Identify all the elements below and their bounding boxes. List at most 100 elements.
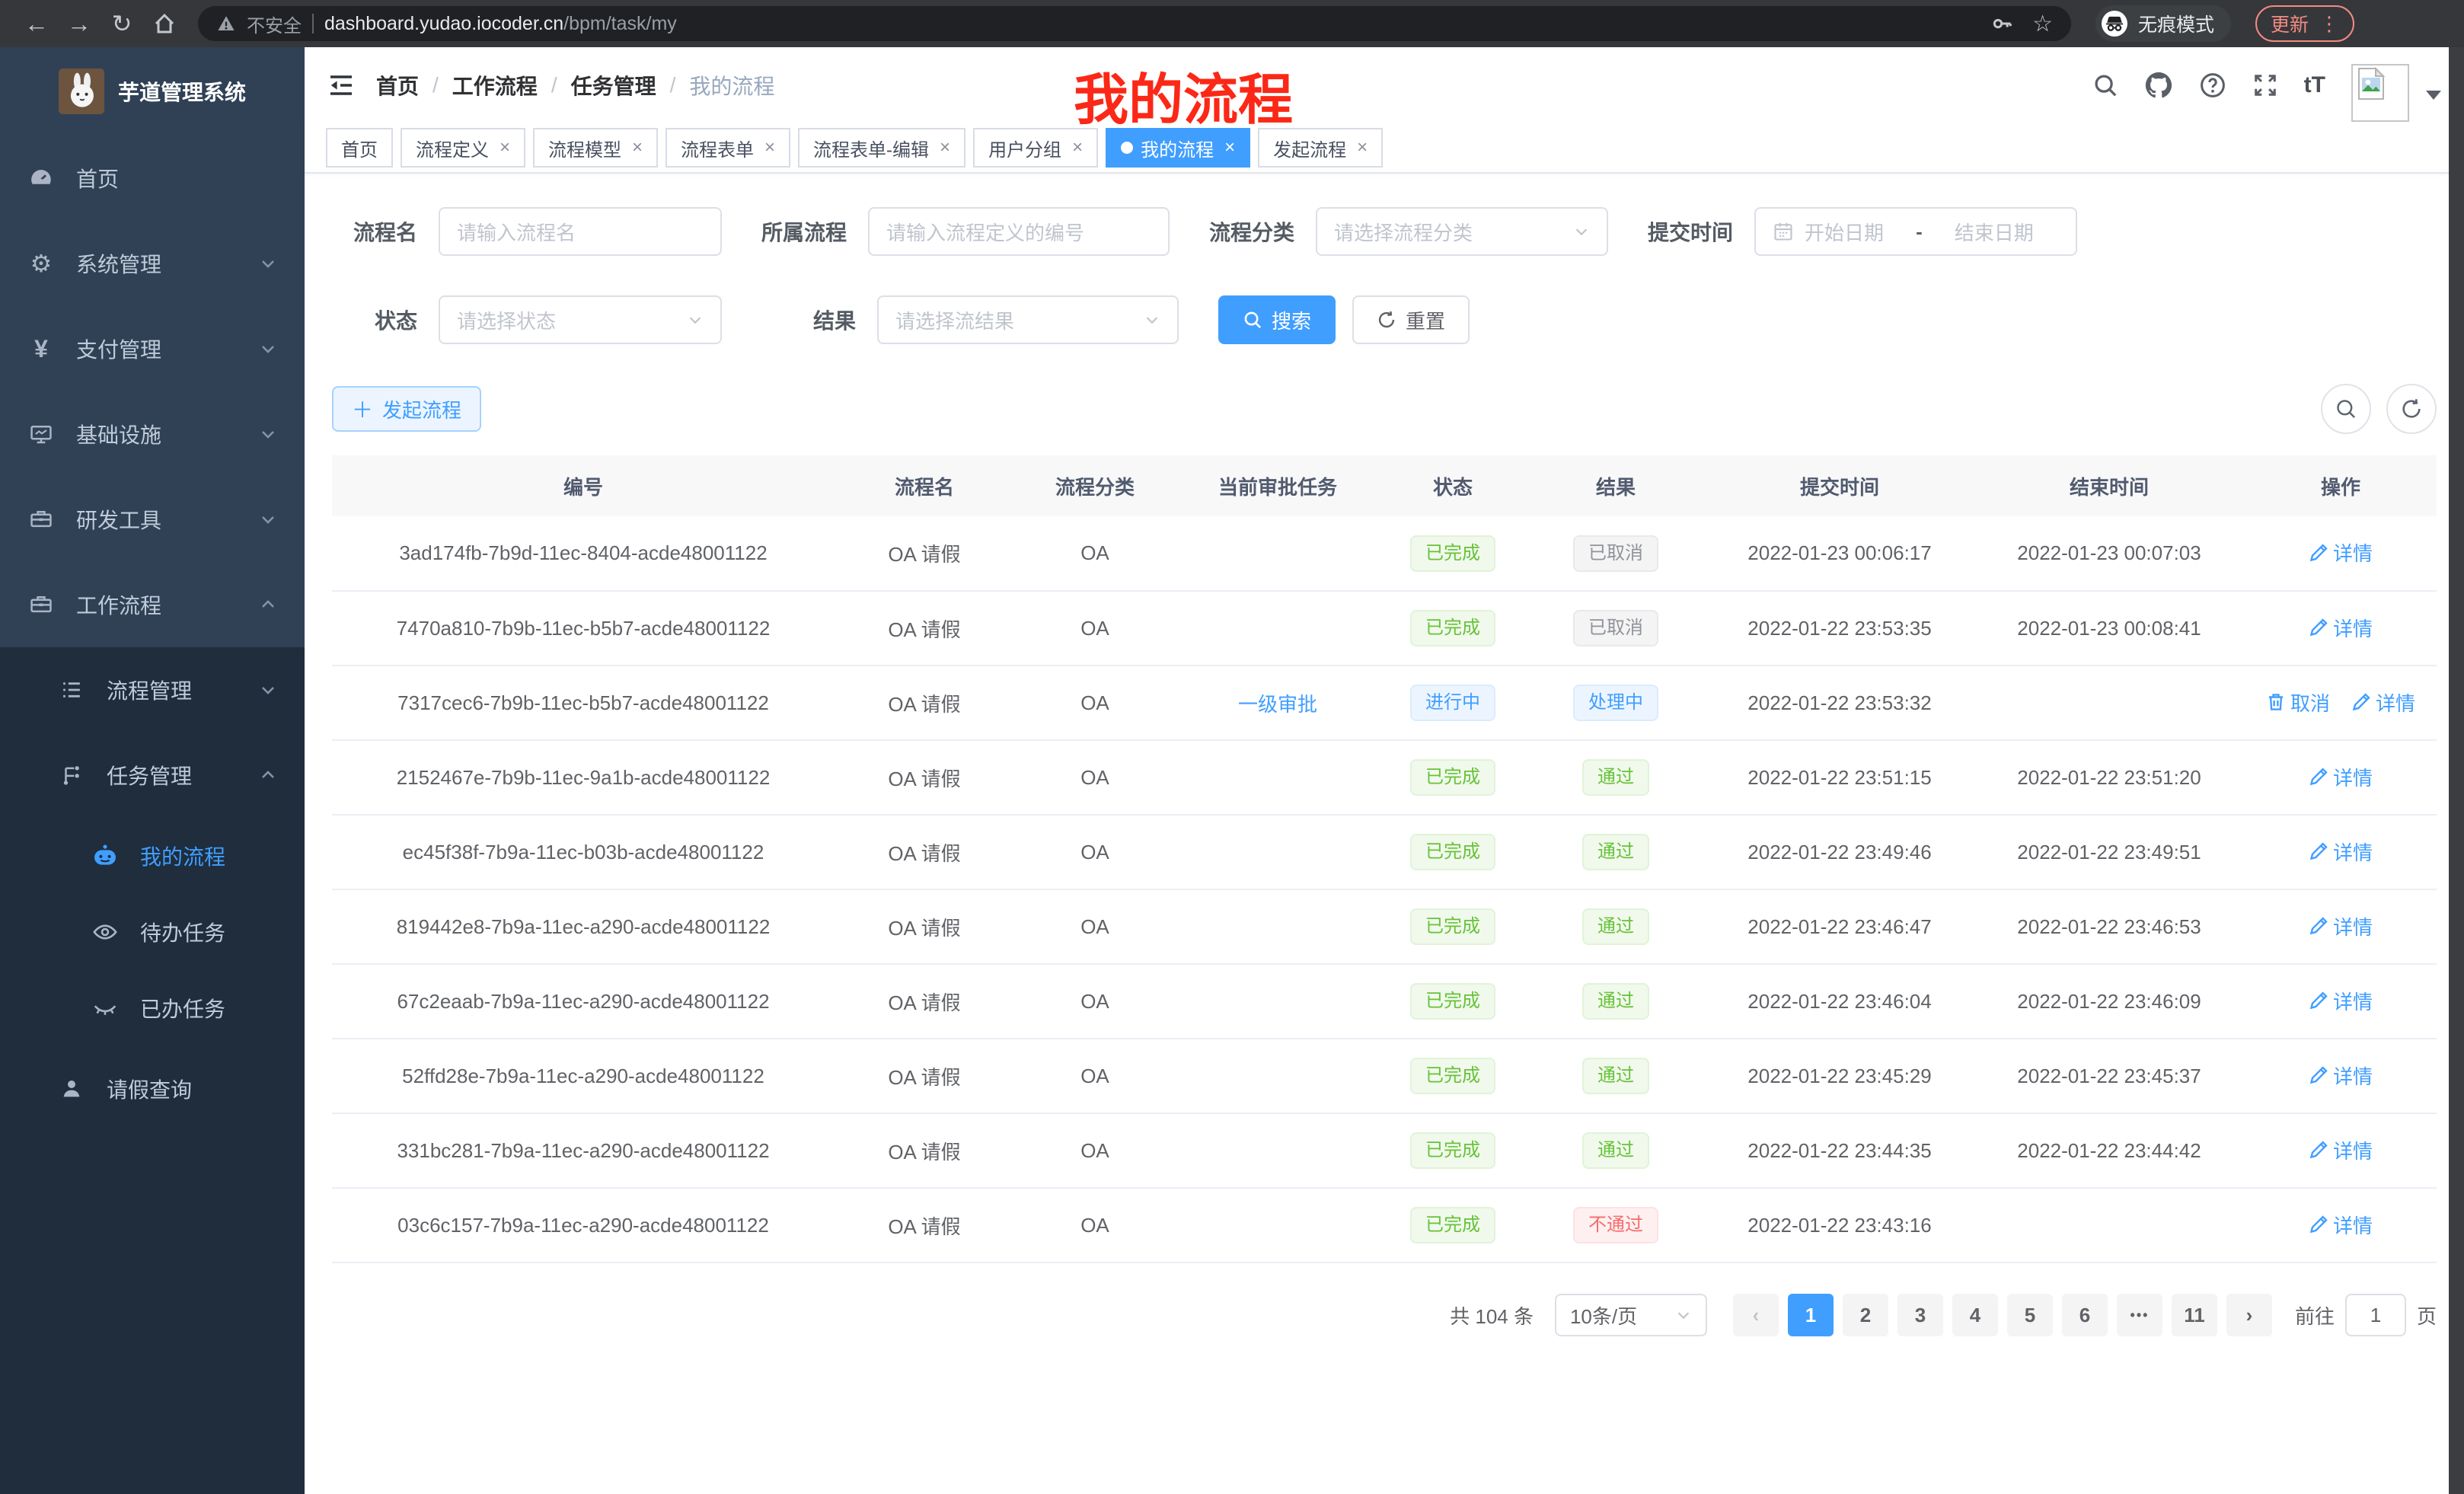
page-size-select[interactable]: 10条/页: [1555, 1294, 1707, 1336]
sidebar-item-task-management[interactable]: 任务管理: [0, 733, 305, 818]
tab-home[interactable]: 首页: [326, 128, 393, 168]
filter-status: 状态 请选择状态: [332, 295, 722, 344]
next-page-button[interactable]: ›: [2226, 1294, 2272, 1336]
close-tab-icon[interactable]: ×: [500, 137, 510, 158]
table-row[interactable]: 2152467e-7b9b-11ec-9a1b-acde48001122 OA …: [332, 740, 2437, 815]
breadcrumb-home[interactable]: 首页: [376, 70, 419, 101]
page-button-2[interactable]: 2: [1843, 1294, 1888, 1336]
sidebar-item-system[interactable]: ⚙ 系统管理: [0, 221, 305, 306]
page-button-1[interactable]: 1: [1788, 1294, 1834, 1336]
sidebar-item-payment[interactable]: ¥ 支付管理: [0, 306, 305, 391]
help-icon[interactable]: [2199, 72, 2226, 99]
page-button-3[interactable]: 3: [1897, 1294, 1943, 1336]
submit-time: 2022-01-23 00:06:17: [1706, 516, 1974, 591]
detail-action[interactable]: 详情: [2309, 1136, 2373, 1164]
sidebar-item-done-tasks[interactable]: 已办任务: [0, 970, 305, 1046]
reset-button[interactable]: 重置: [1352, 295, 1470, 344]
detail-action[interactable]: 详情: [2309, 1211, 2373, 1239]
reload-icon[interactable]: ↻: [104, 5, 140, 42]
detail-action[interactable]: 详情: [2351, 688, 2415, 717]
process-definition-input[interactable]: 请输入流程定义的编号: [868, 207, 1170, 256]
font-size-icon[interactable]: tT: [2304, 72, 2325, 98]
close-tab-icon[interactable]: ×: [1072, 137, 1083, 158]
tab-process-form[interactable]: 流程表单×: [665, 128, 790, 168]
end-time: 2022-01-22 23:46:53: [1974, 889, 2245, 964]
cancel-action[interactable]: 取消: [2266, 688, 2330, 717]
submit-time-range-picker[interactable]: 开始日期 - 结束日期: [1754, 207, 2077, 256]
close-tab-icon[interactable]: ×: [764, 137, 775, 158]
process-name-input[interactable]: 请输入流程名: [439, 207, 722, 256]
tab-process-definition[interactable]: 流程定义×: [401, 128, 525, 168]
detail-action[interactable]: 详情: [2309, 912, 2373, 940]
sidebar-item-process-management[interactable]: 流程管理: [0, 647, 305, 733]
table-row[interactable]: 52ffd28e-7b9a-11ec-a290-acde48001122 OA …: [332, 1039, 2437, 1113]
sidebar-item-infrastructure[interactable]: 基础设施: [0, 391, 305, 477]
table-row[interactable]: 03c6c157-7b9a-11ec-a290-acde48001122 OA …: [332, 1188, 2437, 1263]
sidebar-fold-icon[interactable]: [327, 72, 355, 99]
start-process-button[interactable]: ＋ 发起流程: [332, 386, 481, 432]
home-icon[interactable]: [146, 5, 183, 42]
url-text[interactable]: dashboard.yudao.iocoder.cn/bpm/task/my: [324, 13, 677, 35]
detail-action[interactable]: 详情: [2309, 987, 2373, 1015]
sidebar-item-todo-tasks[interactable]: 待办任务: [0, 894, 305, 970]
result-select[interactable]: 请选择流结果: [877, 295, 1179, 344]
search-icon[interactable]: [2092, 72, 2118, 98]
process-category-select[interactable]: 请选择流程分类: [1316, 207, 1608, 256]
app-logo[interactable]: 芋道管理系统: [0, 47, 305, 136]
browser-update-button[interactable]: 更新 ⋮: [2255, 5, 2354, 42]
table-row[interactable]: 331bc281-7b9a-11ec-a290-acde48001122 OA …: [332, 1113, 2437, 1188]
search-button[interactable]: 搜索: [1218, 295, 1336, 344]
refresh-table-button[interactable]: [2386, 384, 2437, 434]
table-row[interactable]: 3ad174fb-7b9d-11ec-8404-acde48001122 OA …: [332, 516, 2437, 591]
detail-action[interactable]: 详情: [2309, 538, 2373, 567]
detail-action[interactable]: 详情: [2309, 763, 2373, 791]
tab-process-form-edit[interactable]: 流程表单-编辑×: [798, 128, 965, 168]
update-label[interactable]: 更新: [2271, 10, 2309, 37]
sidebar-item-home[interactable]: 首页: [0, 136, 305, 221]
sidebar-item-my-process[interactable]: 我的流程: [0, 818, 305, 894]
sidebar-item-leave-query[interactable]: 请假查询: [0, 1046, 305, 1132]
forward-icon[interactable]: →: [61, 5, 97, 42]
pagination: 共 104 条 10条/页 ‹ 123456•••11 › 前往 1 页: [332, 1294, 2437, 1336]
table-row[interactable]: 67c2eaab-7b9a-11ec-a290-acde48001122 OA …: [332, 964, 2437, 1039]
bookmark-star-icon[interactable]: ☆: [2032, 11, 2053, 37]
avatar-dropdown-icon[interactable]: [2426, 91, 2441, 107]
prev-page-button[interactable]: ‹: [1733, 1294, 1779, 1336]
goto-page-input[interactable]: 1: [2345, 1294, 2406, 1336]
status-select[interactable]: 请选择状态: [439, 295, 722, 344]
page-button-11[interactable]: 11: [2172, 1294, 2217, 1336]
key-icon[interactable]: [1991, 12, 2014, 35]
breadcrumb-task-management[interactable]: 任务管理: [571, 70, 656, 101]
back-icon[interactable]: ←: [18, 5, 55, 42]
table-row[interactable]: 819442e8-7b9a-11ec-a290-acde48001122 OA …: [332, 889, 2437, 964]
tab-process-model[interactable]: 流程模型×: [533, 128, 658, 168]
avatar[interactable]: [2351, 64, 2409, 122]
status-badge: 已完成: [1410, 610, 1495, 646]
browser-menu-icon[interactable]: ⋮: [2319, 12, 2339, 36]
security-label[interactable]: 不安全: [247, 11, 302, 37]
current-task-link[interactable]: 一级审批: [1238, 693, 1317, 716]
detail-action[interactable]: 详情: [2309, 838, 2373, 866]
fullscreen-icon[interactable]: [2252, 72, 2278, 98]
close-tab-icon[interactable]: ×: [632, 137, 643, 158]
breadcrumb-workflow[interactable]: 工作流程: [452, 70, 538, 101]
sidebar-item-workflow[interactable]: 工作流程: [0, 562, 305, 647]
page-ellipsis[interactable]: •••: [2117, 1294, 2162, 1336]
address-bar[interactable]: 不安全 dashboard.yudao.iocoder.cn/bpm/task/…: [198, 6, 2071, 41]
detail-action[interactable]: 详情: [2309, 1061, 2373, 1090]
page-button-6[interactable]: 6: [2062, 1294, 2108, 1336]
github-icon[interactable]: [2144, 71, 2173, 100]
browser-scrollbar[interactable]: [2449, 47, 2464, 1494]
table-row[interactable]: 7470a810-7b9b-11ec-b5b7-acde48001122 OA …: [332, 591, 2437, 666]
security-warning-icon[interactable]: [216, 14, 236, 34]
page-button-5[interactable]: 5: [2007, 1294, 2053, 1336]
table-row[interactable]: ec45f38f-7b9a-11ec-b03b-acde48001122 OA …: [332, 815, 2437, 889]
close-tab-icon[interactable]: ×: [940, 137, 950, 158]
close-tab-icon[interactable]: ×: [1357, 137, 1368, 158]
table-row[interactable]: 7317cec6-7b9b-11ec-b5b7-acde48001122 OA …: [332, 666, 2437, 740]
close-tab-icon[interactable]: ×: [1224, 137, 1235, 158]
sidebar-item-dev-tools[interactable]: 研发工具: [0, 477, 305, 562]
detail-action[interactable]: 详情: [2309, 614, 2373, 642]
page-button-4[interactable]: 4: [1952, 1294, 1998, 1336]
toggle-search-button[interactable]: [2321, 384, 2371, 434]
